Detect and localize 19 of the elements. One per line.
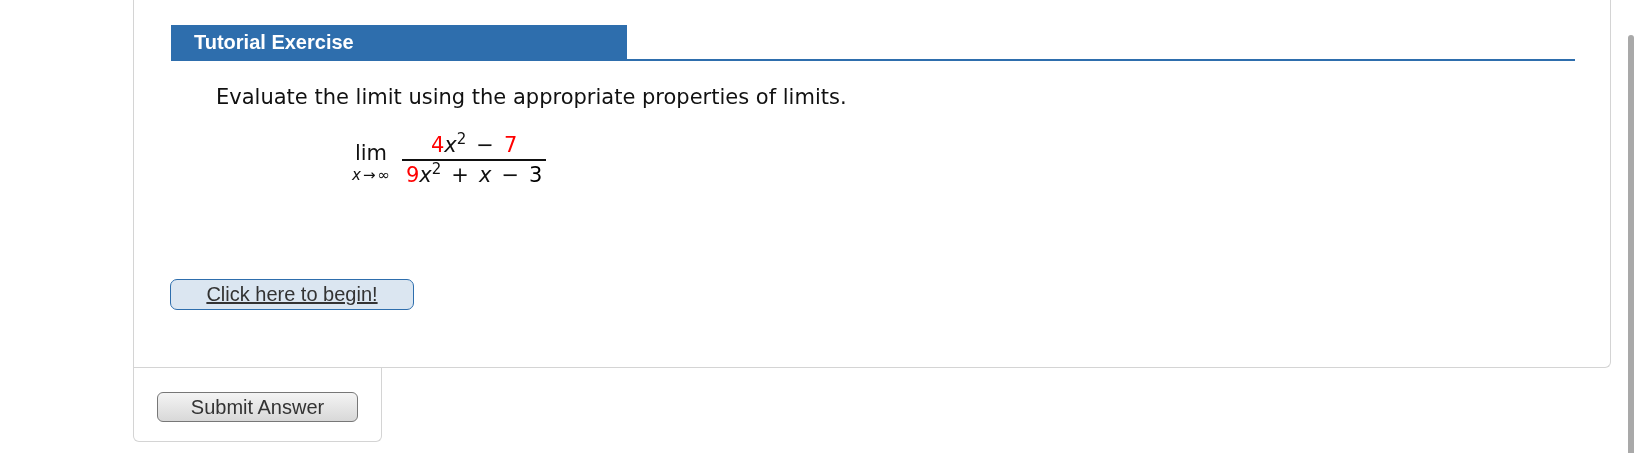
scrollbar[interactable] [1628, 35, 1634, 453]
instruction-text: Evaluate the limit using the appropriate properties of limits. [216, 85, 848, 109]
coefficient: 7 [503, 132, 518, 159]
limit-arrow: → [362, 166, 376, 184]
limit-variable: x [352, 166, 361, 184]
submit-button[interactable]: Submit Answer [157, 392, 358, 422]
operator: − [501, 162, 519, 189]
limit-target: ∞ [377, 166, 390, 184]
operator: − [476, 132, 494, 159]
section-header: Tutorial Exercise [171, 25, 627, 59]
coefficient: 9 [405, 162, 420, 189]
coefficient: 3 [529, 162, 543, 189]
variable: x [478, 162, 492, 189]
operator: + [451, 162, 469, 189]
begin-button[interactable]: Click here to begin! [170, 279, 414, 310]
limit-operator: lim [354, 140, 388, 166]
variable: x$^{2}$ [419, 161, 442, 189]
coefficient: 4 [431, 132, 445, 159]
variable: x$^{2}$ [444, 131, 467, 159]
